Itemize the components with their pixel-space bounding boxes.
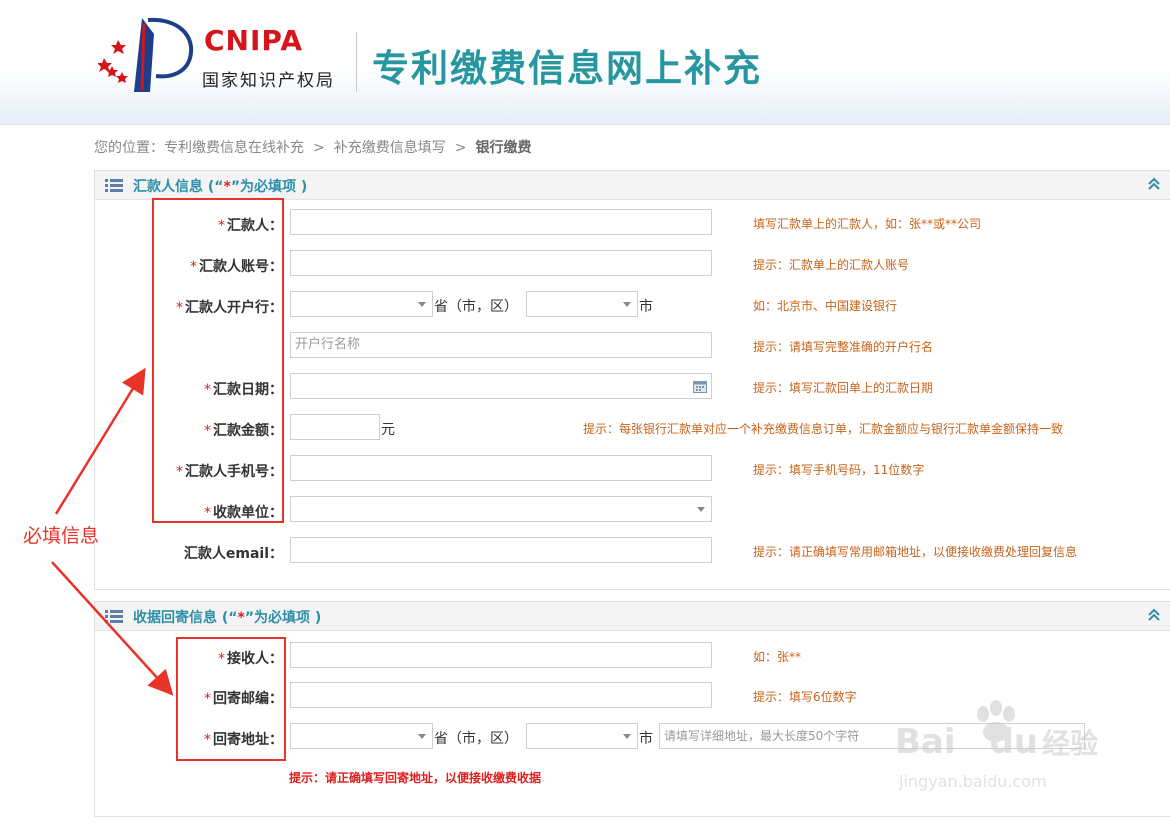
email-hint: 提示：请正确填写常用邮箱地址，以便接收缴费处理回复信息: [753, 545, 1078, 559]
amount-input[interactable]: [290, 414, 380, 440]
payee-select[interactable]: [290, 496, 712, 522]
logo-text-en: CNIPA: [204, 24, 304, 57]
collapse-chevron-icon[interactable]: [1147, 608, 1161, 622]
collapse-chevron-icon[interactable]: [1147, 177, 1161, 191]
postcode-input[interactable]: [290, 682, 712, 708]
required-star: *: [237, 610, 245, 626]
remitter-panel-header: 汇款人信息 (“*”为必填项 ): [95, 171, 1170, 200]
list-icon: [105, 610, 123, 623]
breadcrumb: 您的位置：专利缴费信息在线补充 > 补充缴费信息填写 > 银行缴费: [94, 137, 531, 157]
email-row: 汇款人email： 提示：请正确填写常用邮箱地址，以便接收缴费处理回复信息: [95, 537, 1170, 565]
account-input[interactable]: [290, 250, 712, 276]
breadcrumb-separator: >: [313, 140, 325, 156]
email-label: 汇款人email：: [184, 543, 283, 563]
required-fields-highlight-box: [152, 198, 284, 523]
required-receipt-highlight-box: [176, 637, 286, 761]
watermark-cn: 经验: [1042, 727, 1099, 760]
calendar-icon[interactable]: [693, 380, 707, 393]
field-label-text: 汇款人email：: [183, 546, 283, 562]
section-title-text: 汇款人信息 (“: [133, 179, 224, 195]
date-hint: 提示：填写汇款回单上的汇款日期: [753, 381, 934, 395]
bank-name-input[interactable]: 开户行名称: [290, 332, 712, 358]
province-unit: 省（市，区）: [434, 299, 518, 315]
list-icon: [105, 179, 123, 192]
city-unit: 市: [639, 731, 653, 747]
section-title-text: 收据回寄信息 (“: [133, 610, 238, 626]
bank-city-select[interactable]: [526, 291, 638, 317]
city-unit: 市: [639, 299, 653, 315]
receipt-section-title: 收据回寄信息 (“*”为必填项 ): [133, 607, 321, 627]
watermark-url: jingyan.baidu.com: [899, 772, 1047, 791]
remitter-section-title: 汇款人信息 (“*”为必填项 ): [133, 176, 307, 196]
account-hint: 提示：汇款单上的汇款人账号: [753, 258, 910, 272]
bank-hint: 如：北京市、中国建设银行: [753, 299, 898, 313]
bank-name-hint: 提示：请填写完整准确的开户行名: [753, 340, 934, 354]
amount-unit: 元: [381, 422, 395, 438]
province-unit: 省（市，区）: [434, 731, 518, 747]
remitter-input[interactable]: [290, 209, 712, 235]
breadcrumb-item-current: 银行缴费: [475, 140, 532, 156]
receiver-hint: 如：张**: [753, 650, 802, 664]
postcode-hint: 提示：填写6位数字: [753, 690, 857, 704]
phone-hint: 提示：填写手机号码，11位数字: [753, 463, 925, 477]
receiver-input[interactable]: [290, 642, 712, 668]
required-info-annotation: 必填信息: [23, 525, 100, 547]
remitter-hint: 填写汇款单上的汇款人，如：张**或**公司: [753, 217, 982, 231]
date-input[interactable]: [290, 373, 712, 399]
chevron-down-icon: [623, 734, 631, 739]
email-input[interactable]: [290, 537, 712, 563]
breadcrumb-prefix: 您的位置：: [94, 140, 164, 156]
section-title-text: ”为必填项 ): [244, 610, 322, 626]
logo-text-cn: 国家知识产权局: [202, 71, 335, 91]
section-title-text: ”为必填项 ): [230, 179, 308, 195]
breadcrumb-item-fill-info[interactable]: 补充缴费信息填写: [334, 140, 446, 156]
chevron-down-icon: [418, 302, 426, 307]
bank-province-select[interactable]: [290, 291, 433, 317]
chevron-down-icon: [623, 302, 631, 307]
header-divider: [356, 32, 357, 92]
address-province-select[interactable]: [290, 723, 433, 749]
amount-hint: 提示：每张银行汇款单对应一个补充缴费信息订单，汇款金额应与银行汇款单金额保持一致: [583, 422, 1064, 436]
watermark-brand-2: du: [989, 722, 1039, 762]
breadcrumb-separator: >: [454, 140, 467, 156]
phone-input[interactable]: [290, 455, 712, 481]
site-header: CNIPA 国家知识产权局 专利缴费信息网上补充: [0, 0, 1170, 125]
receipt-panel-header: 收据回寄信息 (“*”为必填项 ): [95, 602, 1170, 631]
address-city-select[interactable]: [526, 723, 638, 749]
address-note: 提示：请正确填写回寄地址，以便接收缴费收据: [289, 771, 542, 785]
chevron-down-icon: [697, 507, 705, 512]
required-star: *: [223, 179, 231, 195]
watermark-brand: Bai: [895, 722, 956, 762]
page-title: 专利缴费信息网上补充: [372, 47, 762, 90]
chevron-down-icon: [418, 734, 426, 739]
breadcrumb-item-online-supplement[interactable]: 专利缴费信息在线补充: [164, 140, 304, 156]
